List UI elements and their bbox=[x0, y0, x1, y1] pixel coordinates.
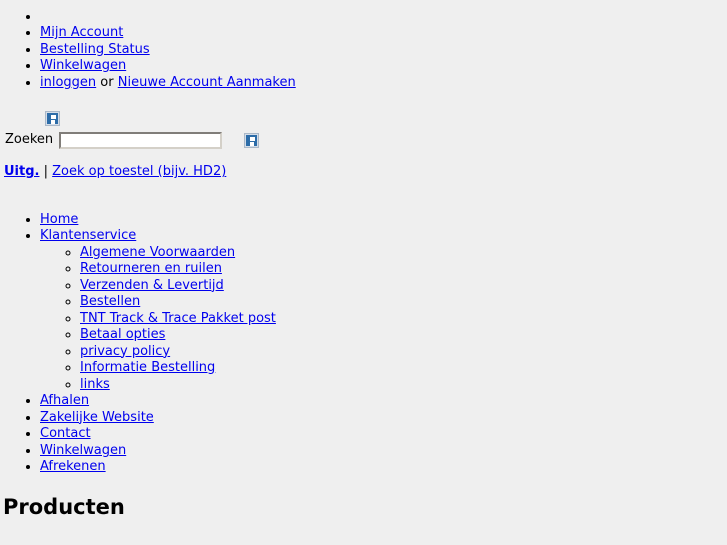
login-separator-text: or bbox=[96, 74, 118, 90]
account-nav-list: Mijn Account Bestelling Status Winkelwag… bbox=[0, 0, 727, 91]
nav-item-klantenservice: Klantenservice Algemene Voorwaarden Reto… bbox=[40, 228, 727, 393]
nav-link-klantenservice[interactable]: Klantenservice bbox=[40, 228, 136, 243]
nav-link-afhalen[interactable]: Afhalen bbox=[40, 393, 89, 408]
account-link-winkelwagen[interactable]: Winkelwagen bbox=[40, 58, 126, 73]
nav-link-betaal-opties[interactable]: Betaal opties bbox=[80, 327, 165, 342]
header-search-block: Zoeken Uitg. | Zoek op toestel (bijv. HD… bbox=[0, 91, 727, 181]
search-input[interactable] bbox=[59, 132, 223, 149]
nav-link-bestellen[interactable]: Bestellen bbox=[80, 294, 140, 309]
nav-item-home: Home bbox=[40, 212, 727, 229]
list-item: links bbox=[80, 377, 727, 394]
list-item: Informatie Bestelling bbox=[80, 360, 727, 377]
list-item: Betaal opties bbox=[80, 327, 727, 344]
link-zoek-op-toestel[interactable]: Zoek op toestel (bijv. HD2) bbox=[52, 164, 226, 179]
links-separator: | bbox=[39, 164, 53, 179]
nav-link-algemene-voorwaarden[interactable]: Algemene Voorwaarden bbox=[80, 245, 235, 260]
secondary-links-row: Uitg. | Zoek op toestel (bijv. HD2) bbox=[0, 149, 727, 181]
list-item-empty bbox=[40, 9, 727, 25]
main-nav-list: Home Klantenservice Algemene Voorwaarden… bbox=[0, 212, 727, 476]
page-title: Producten bbox=[3, 494, 125, 519]
main-navigation: Home Klantenservice Algemene Voorwaarden… bbox=[0, 181, 727, 476]
account-link-nieuwe-account-aanmaken[interactable]: Nieuwe Account Aanmaken bbox=[118, 75, 296, 90]
list-item: Mijn Account bbox=[40, 25, 727, 42]
search-label: Zoeken bbox=[5, 132, 54, 148]
list-item: Bestellen bbox=[80, 294, 727, 311]
nav-item-zakelijke-website: Zakelijke Website bbox=[40, 410, 727, 427]
nav-link-links[interactable]: links bbox=[80, 377, 110, 392]
list-item: Winkelwagen bbox=[40, 58, 727, 75]
nav-link-informatie-bestelling[interactable]: Informatie Bestelling bbox=[80, 360, 215, 375]
list-item: privacy policy bbox=[80, 344, 727, 361]
nav-link-afrekenen[interactable]: Afrekenen bbox=[40, 459, 106, 474]
list-item: TNT Track & Trace Pakket post bbox=[80, 311, 727, 328]
broken-image-icon[interactable] bbox=[45, 111, 60, 126]
nav-link-verzenden-levertijd[interactable]: Verzenden & Levertijd bbox=[80, 278, 224, 293]
nav-link-contact[interactable]: Contact bbox=[40, 426, 91, 441]
nav-item-winkelwagen: Winkelwagen bbox=[40, 443, 727, 460]
nav-link-tnt-track-trace[interactable]: TNT Track & Trace Pakket post bbox=[80, 311, 276, 326]
nav-link-home[interactable]: Home bbox=[40, 212, 78, 227]
account-link-bestelling-status[interactable]: Bestelling Status bbox=[40, 42, 150, 57]
list-item: Verzenden & Levertijd bbox=[80, 278, 727, 295]
account-link-mijn-account[interactable]: Mijn Account bbox=[40, 25, 123, 40]
nav-item-afhalen: Afhalen bbox=[40, 393, 727, 410]
list-item: Algemene Voorwaarden bbox=[80, 245, 727, 262]
nav-link-zakelijke-website[interactable]: Zakelijke Website bbox=[40, 410, 154, 425]
list-item: Bestelling Status bbox=[40, 42, 727, 59]
account-link-inloggen[interactable]: inloggen bbox=[40, 75, 96, 90]
logo-row bbox=[0, 111, 727, 129]
nav-item-contact: Contact bbox=[40, 426, 727, 443]
search-row: Zoeken bbox=[0, 129, 727, 149]
nav-link-privacy-policy[interactable]: privacy policy bbox=[80, 344, 170, 359]
link-uitgever[interactable]: Uitg. bbox=[4, 164, 39, 179]
list-item: Retourneren en ruilen bbox=[80, 261, 727, 278]
list-item: inloggen or Nieuwe Account Aanmaken bbox=[40, 75, 727, 92]
nav-link-winkelwagen[interactable]: Winkelwagen bbox=[40, 443, 126, 458]
nav-item-afrekenen: Afrekenen bbox=[40, 459, 727, 476]
klantenservice-sublist: Algemene Voorwaarden Retourneren en ruil… bbox=[40, 245, 727, 394]
search-button-broken-image-icon[interactable] bbox=[244, 133, 260, 148]
nav-link-retourneren-en-ruilen[interactable]: Retourneren en ruilen bbox=[80, 261, 222, 276]
